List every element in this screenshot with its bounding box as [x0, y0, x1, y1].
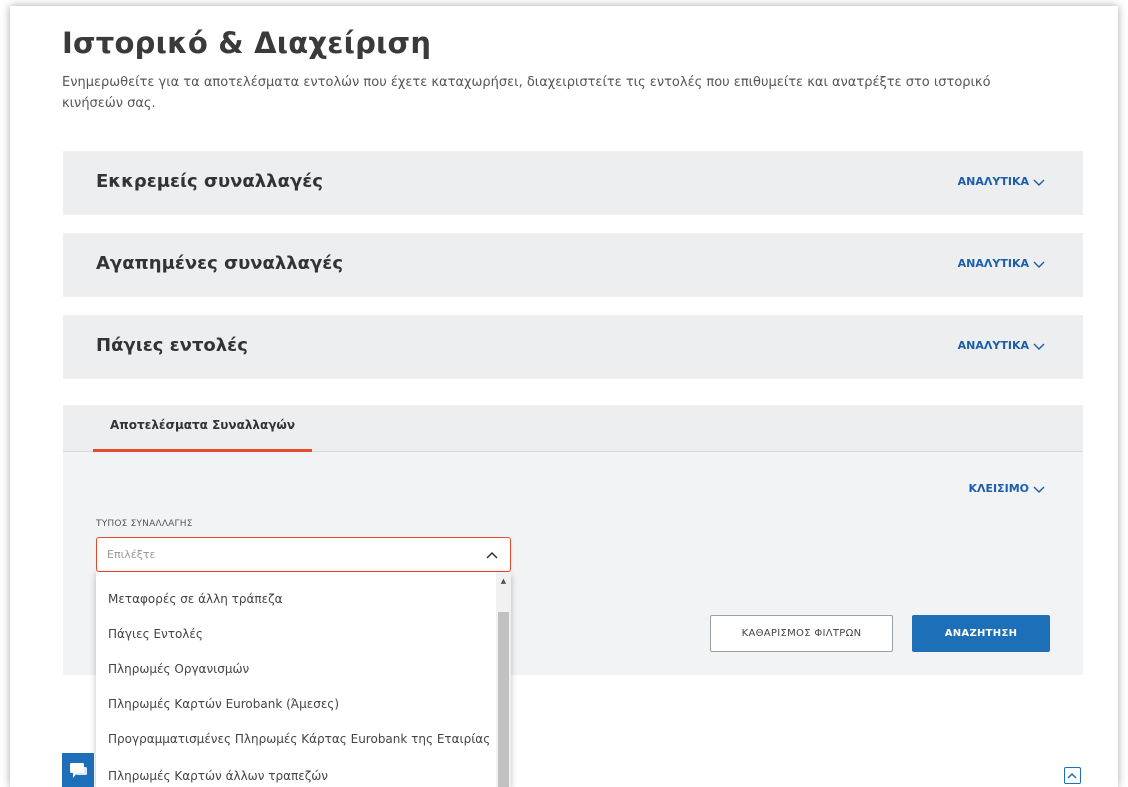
- dropdown-scrollbar[interactable]: ▲: [496, 572, 511, 787]
- dropdown-option[interactable]: Μεταφορές σε άλλη τράπεζα: [108, 592, 283, 606]
- tab-bar: Αποτελέσματα Συναλλαγών: [63, 405, 1083, 452]
- accordion-favorite-transactions[interactable]: Αγαπημένες συναλλαγές ΑΝΑΛΥΤΙΚΑ: [63, 233, 1083, 297]
- page-title: Ιστορικό & Διαχείριση: [62, 26, 432, 60]
- chat-icon: [70, 763, 87, 778]
- chevron-down-icon: [1033, 343, 1045, 350]
- accordion-title: Εκκρεμείς συναλλαγές: [96, 171, 323, 192]
- accordion-standing-orders[interactable]: Πάγιες εντολές ΑΝΑΛΥΤΙΚΑ: [63, 315, 1083, 379]
- transaction-type-dropdown[interactable]: Μεταφορές σε άλλη τράπεζα Πάγιες Εντολές…: [96, 572, 511, 787]
- accordion-pending-transactions[interactable]: Εκκρεμείς συναλλαγές ΑΝΑΛΥΤΙΚΑ: [63, 151, 1083, 215]
- transaction-type-select[interactable]: Επιλέξτε: [96, 537, 511, 572]
- scroll-to-top-button[interactable]: [1064, 767, 1081, 784]
- clear-filters-button[interactable]: ΚΑΘΑΡΙΣΜΟΣ ΦΙΛΤΡΩΝ: [710, 615, 893, 652]
- arrow-up-icon: [1067, 772, 1077, 779]
- details-link[interactable]: ΑΝΑΛΥΤΙΚΑ: [958, 257, 1045, 270]
- close-link-label: ΚΛΕΙΣΙΜΟ: [968, 482, 1029, 495]
- accordion-title: Αγαπημένες συναλλαγές: [96, 253, 343, 274]
- tab-transaction-results[interactable]: Αποτελέσματα Συναλλαγών: [93, 405, 312, 452]
- chevron-up-icon: [486, 551, 498, 559]
- transaction-type-label: ΤΥΠΟΣ ΣΥΝΑΛΛΑΓΗΣ: [96, 519, 193, 529]
- page-description: Ενημερωθείτε για τα αποτελέσματα εντολών…: [62, 75, 991, 111]
- chevron-down-icon: [1033, 179, 1045, 186]
- scrollbar-thumb[interactable]: [498, 612, 509, 787]
- details-link[interactable]: ΑΝΑΛΥΤΙΚΑ: [958, 175, 1045, 188]
- details-link-label: ΑΝΑΛΥΤΙΚΑ: [957, 339, 1029, 352]
- details-link[interactable]: ΑΝΑΛΥΤΙΚΑ: [958, 339, 1045, 352]
- chevron-down-icon: [1033, 486, 1045, 493]
- dropdown-option[interactable]: Προγραμματισμένες Πληρωμές Κάρτας Euroba…: [108, 732, 490, 746]
- chat-button[interactable]: [62, 753, 94, 787]
- dropdown-option[interactable]: Πληρωμές Καρτών Eurobank (Άμεσες): [108, 697, 339, 711]
- dropdown-option[interactable]: Πληρωμές Οργανισμών: [108, 662, 249, 676]
- select-placeholder: Επιλέξτε: [107, 548, 156, 561]
- search-button[interactable]: ΑΝΑΖΗΤΗΣΗ: [912, 615, 1050, 652]
- dropdown-option[interactable]: Πάγιες Εντολές: [108, 627, 203, 641]
- dropdown-option[interactable]: Πληρωμές Καρτών άλλων τραπεζών: [108, 769, 328, 783]
- accordion-title: Πάγιες εντολές: [96, 335, 248, 356]
- scroll-up-arrow-icon[interactable]: ▲: [496, 572, 511, 589]
- close-link[interactable]: ΚΛΕΙΣΙΜΟ: [968, 482, 1045, 495]
- chevron-down-icon: [1033, 261, 1045, 268]
- details-link-label: ΑΝΑΛΥΤΙΚΑ: [957, 175, 1029, 188]
- details-link-label: ΑΝΑΛΥΤΙΚΑ: [957, 257, 1029, 270]
